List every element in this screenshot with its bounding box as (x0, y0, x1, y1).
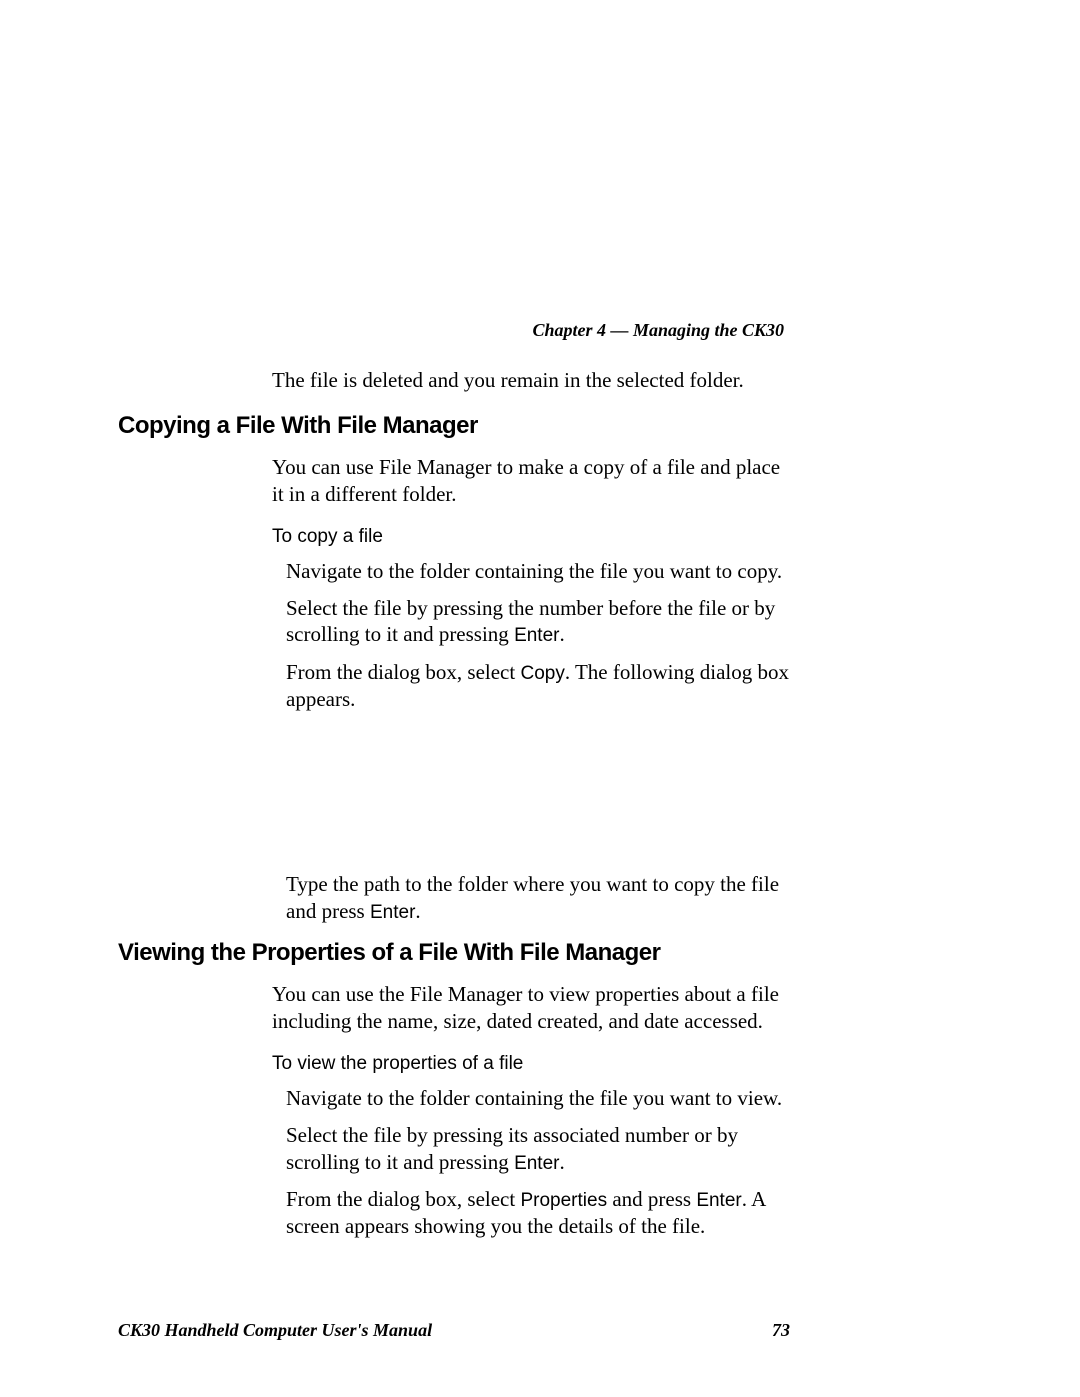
ui-term-copy: Copy (520, 663, 564, 684)
step-text: Navigate to the folder containing the fi… (286, 1086, 782, 1110)
step-item: Select the file by pressing its associat… (272, 1122, 790, 1176)
step-text: Type the path to the folder where you wa… (286, 872, 779, 923)
step-item: From the dialog box, select Properties a… (272, 1186, 790, 1240)
subheading-copy-file: To copy a file (272, 526, 790, 548)
ui-term-properties: Properties (520, 1190, 607, 1211)
chapter-header: Chapter 4 — Managing the CK30 (118, 320, 790, 341)
step-item: Type the path to the folder where you wa… (272, 871, 790, 925)
ui-term-enter: Enter (696, 1190, 741, 1211)
step-text: . (559, 1150, 564, 1174)
ui-term-enter: Enter (370, 902, 415, 923)
footer-page-number: 73 (772, 1320, 790, 1341)
step-text: From the dialog box, select (286, 1187, 520, 1211)
step-text: Navigate to the folder containing the fi… (286, 559, 782, 583)
step-item: Navigate to the folder containing the fi… (272, 558, 790, 585)
step-text: and press (607, 1187, 696, 1211)
page-footer: CK30 Handheld Computer User's Manual 73 (118, 1320, 790, 1341)
subheading-view-properties: To view the properties of a file (272, 1053, 790, 1075)
ui-term-enter: Enter (514, 625, 559, 646)
steps-copy-file: Navigate to the folder containing the fi… (272, 558, 790, 713)
section-a-body: You can use File Manager to make a copy … (272, 454, 790, 508)
step-text: . (415, 899, 420, 923)
section-heading-viewing: Viewing the Properties of a File With Fi… (118, 939, 790, 967)
page-content: Chapter 4 — Managing the CK30 The file i… (0, 0, 1080, 1397)
step-text: From the dialog box, select (286, 660, 520, 684)
section-heading-copying: Copying a File With File Manager (118, 412, 790, 440)
steps-copy-file-cont: Type the path to the folder where you wa… (272, 871, 790, 925)
step-item: Select the file by pressing the number b… (272, 595, 790, 649)
footer-manual-title: CK30 Handheld Computer User's Manual (118, 1320, 432, 1341)
dialog-image-placeholder (272, 723, 790, 871)
step-item: From the dialog box, select Copy. The fo… (272, 659, 790, 713)
section-b-body: You can use the File Manager to view pro… (272, 981, 790, 1035)
intro-paragraph: The file is deleted and you remain in th… (272, 367, 790, 394)
step-text: . (559, 622, 564, 646)
ui-term-enter: Enter (514, 1153, 559, 1174)
step-item: Navigate to the folder containing the fi… (272, 1085, 790, 1112)
steps-view-properties: Navigate to the folder containing the fi… (272, 1085, 790, 1240)
step-text: Select the file by pressing its associat… (286, 1123, 738, 1174)
